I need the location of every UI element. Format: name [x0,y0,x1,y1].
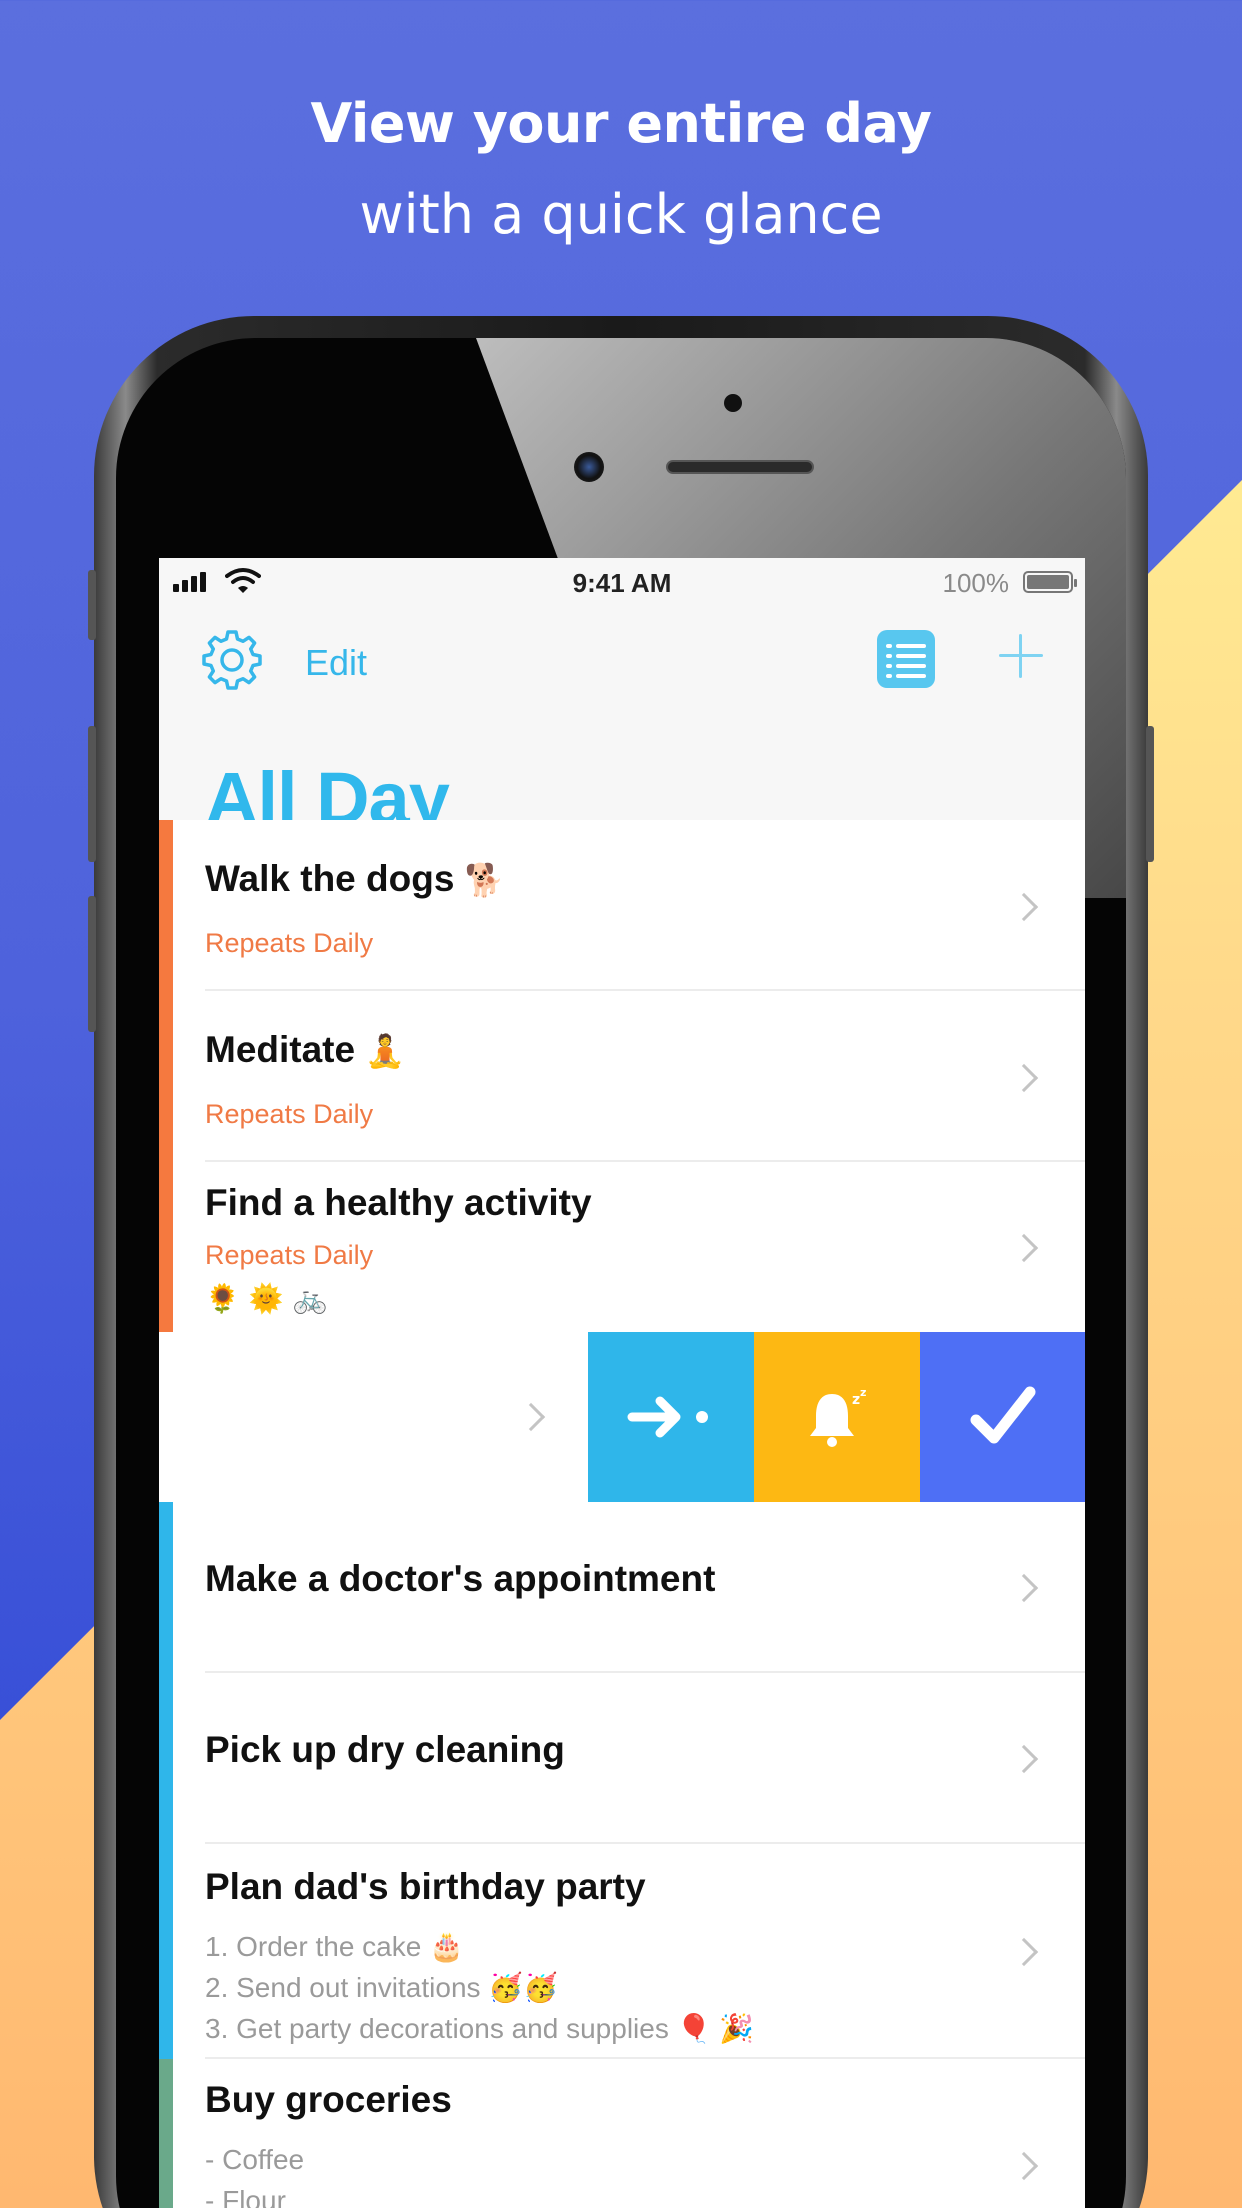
task-row-buy-groceries[interactable]: Buy groceries - Coffee - Flour [159,2059,1085,2208]
status-bar: 9:41 AM 100% [159,558,1085,606]
checkmark-icon [970,1386,1036,1444]
snooze-button[interactable]: z z [754,1332,920,1502]
task-title: Pick up dry cleaning [205,1729,565,1770]
task-row-dry-cleaning[interactable]: Pick up dry cleaning [159,1673,1085,1844]
svg-text:z: z [852,1392,860,1408]
chevron-right-icon [516,1402,546,1432]
task-color-bar [159,1673,173,1844]
task-row-walk-the-dogs[interactable]: Walk the dogs 🐕 Repeats Daily [159,820,1085,991]
chevron-right-icon [1009,1573,1039,1603]
earpiece-speaker [666,460,814,474]
task-title: Plan dad's birthday party [205,1866,646,1907]
chevron-right-icon [1009,1744,1039,1774]
task-row-birthday-party[interactable]: Plan dad's birthday party 1. Order the c… [159,1844,1085,2059]
headline-line-1: View your entire day [310,92,932,155]
note-line: - Coffee [205,2144,305,2175]
proximity-sensor [724,394,742,412]
task-color-bar [159,820,173,991]
repeat-label: Repeats Daily [205,1240,374,1270]
task-row-find-a-healthy-activity[interactable]: Find a healthy activity Repeats Daily 🌻 … [159,1162,1085,1332]
plus-icon[interactable] [999,634,1043,678]
repeat-label: Repeats Daily [205,1099,374,1129]
note-line: - Flour [205,2185,286,2208]
chevron-right-icon [1009,1937,1039,1967]
task-notes: 1. Order the cake 🎂 2. Send out invitati… [205,1926,754,2049]
volume-down-button [88,896,96,1032]
repeat-label: Repeats Daily [205,928,374,958]
battery-percent: 100% [942,568,1010,598]
note-line: 2. Send out invitations 🥳🥳 [205,1972,559,2003]
task-color-bar [159,1844,173,2059]
task-color-bar [159,991,173,1162]
chevron-right-icon [1009,892,1039,922]
note-line: 3. Get party decorations and supplies 🎈 … [205,2013,755,2044]
task-color-bar [159,1162,173,1332]
gear-icon[interactable] [201,628,263,690]
chevron-right-icon [1009,2151,1039,2181]
front-camera [574,452,604,482]
arrow-right-dot-icon [627,1396,708,1438]
complete-button[interactable] [920,1332,1085,1502]
task-notes: - Coffee - Flour [205,2139,304,2208]
move-to-later-button[interactable] [588,1332,754,1502]
bell-snooze-icon: z z [810,1386,866,1447]
task-emojis: 🌻 🌞 🚲 [205,1282,328,1315]
swiped-task-row[interactable]: z z [159,1332,1085,1502]
edit-button[interactable]: Edit [305,642,367,684]
task-title: Meditate 🧘 [205,1029,406,1070]
svg-text:z: z [860,1386,866,1399]
power-button [1146,726,1154,862]
note-line: 1. Order the cake 🎂 [205,1931,464,1962]
mute-switch [88,570,96,640]
chevron-right-icon [1009,1063,1039,1093]
headline-line-2: with a quick glance [359,183,883,246]
app-screen: 9:41 AM 100% Edit All Day Walk the dogs … [159,558,1085,2208]
volume-up-button [88,726,96,862]
task-title: Make a doctor's appointment [205,1558,716,1599]
task-title: Find a healthy activity [205,1182,592,1223]
task-row-meditate[interactable]: Meditate 🧘 Repeats Daily [159,991,1085,1162]
task-color-bar [159,2059,173,2208]
chevron-right-icon [1009,1233,1039,1263]
list-icon[interactable] [877,630,935,688]
headline: View your entire day with a quick glance [0,92,1242,246]
task-color-bar [159,1502,173,1673]
task-title: Buy groceries [205,2079,452,2120]
battery-icon [1023,571,1077,593]
task-title: Walk the dogs 🐕 [205,858,505,899]
task-row-doctor-appointment[interactable]: Make a doctor's appointment [159,1502,1085,1673]
